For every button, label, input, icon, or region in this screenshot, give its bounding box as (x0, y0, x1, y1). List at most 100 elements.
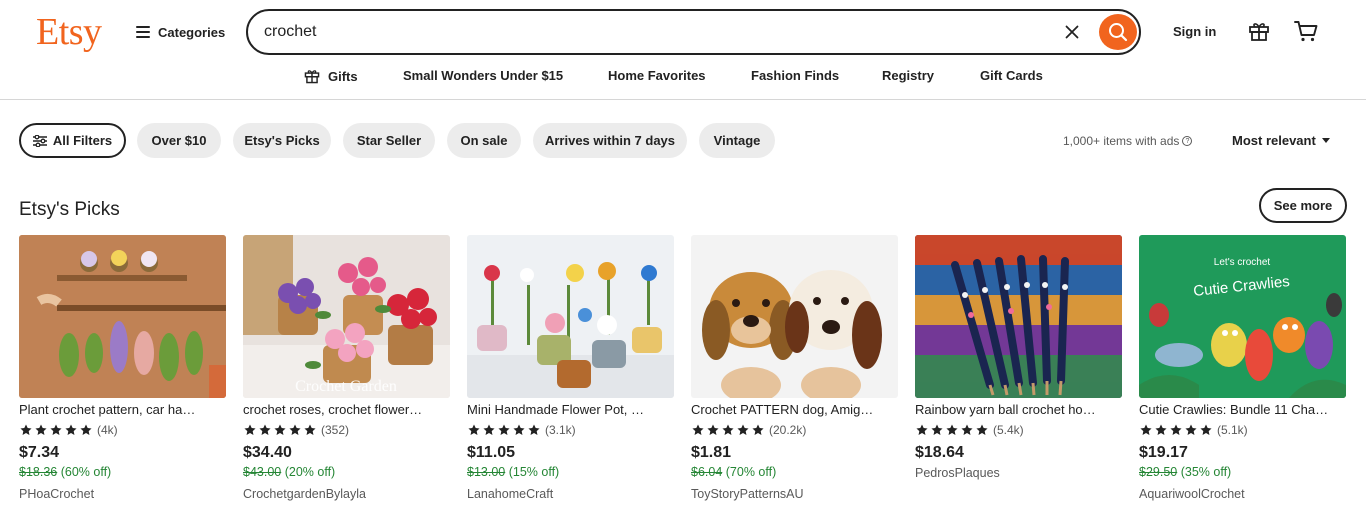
see-more-button[interactable]: See more (1259, 188, 1347, 223)
star-rating (691, 423, 765, 437)
star-icon (20, 424, 32, 435)
results-count: 1,000+ items with ads ? (1063, 134, 1193, 148)
star-icon (1140, 424, 1152, 435)
discount: (70% off) (725, 465, 777, 479)
star-rating (915, 423, 989, 437)
star-icon (722, 424, 734, 435)
filter-star-seller[interactable]: Star Seller (343, 123, 435, 158)
review-count: (4k) (97, 423, 118, 437)
star-icon (961, 424, 973, 435)
strike-price: $43.00 (243, 465, 282, 479)
discount: (20% off) (284, 465, 336, 479)
star-icon (528, 424, 540, 435)
categories-button[interactable]: Categories (136, 21, 225, 43)
product-title[interactable]: Mini Handmade Flower Pot, … (467, 402, 674, 417)
original-price: $13.00 (15% off) (467, 465, 559, 479)
star-rating (19, 423, 93, 437)
strike-price: $13.00 (467, 465, 506, 479)
results-count-text: 1,000+ items with ads (1063, 134, 1180, 148)
subnav-gifts[interactable]: Gifts (304, 68, 358, 84)
product-image[interactable]: Crochet Garden (243, 235, 450, 398)
product-title[interactable]: Rainbow yarn ball crochet ho… (915, 402, 1122, 417)
product-price: $1.81 (691, 444, 732, 461)
shop-name[interactable]: CrochetgardenBylayla (243, 487, 366, 501)
product-title[interactable]: Plant crochet pattern, car ha… (19, 402, 226, 417)
product-card[interactable]: Rainbow yarn ball crochet ho… (5.4k) $18… (915, 235, 1122, 516)
star-icon (692, 424, 704, 435)
discount: (35% off) (1180, 465, 1232, 479)
product-card[interactable]: Plant crochet pattern, car ha… (4k) $7.3… (19, 235, 226, 516)
subnav-label: Gifts (328, 68, 358, 84)
product-card[interactable]: Mini Handmade Flower Pot, … (3.1k) $11.0… (467, 235, 674, 516)
review-count: (5.1k) (1217, 423, 1248, 437)
product-card[interactable]: Crochet Garden crochet roses, crochet fl… (243, 235, 450, 516)
shop-name[interactable]: LanahomeCraft (467, 487, 553, 501)
discount: (60% off) (60, 465, 112, 479)
close-icon (1065, 25, 1079, 39)
product-rating: (5.1k) (1139, 423, 1248, 437)
search-submit-button[interactable] (1099, 14, 1137, 50)
star-icon (1170, 424, 1182, 435)
shop-name[interactable]: PHoaCrochet (19, 487, 94, 501)
clear-search-button[interactable] (1060, 20, 1084, 44)
star-icon (513, 424, 525, 435)
review-count: (20.2k) (769, 423, 807, 437)
product-image[interactable]: Let's crochet Cutie Crawlies (1139, 235, 1346, 398)
star-icon (274, 424, 286, 435)
star-icon (304, 424, 316, 435)
star-icon (1155, 424, 1167, 435)
star-icon (946, 424, 958, 435)
star-icon (289, 424, 301, 435)
star-icon (483, 424, 495, 435)
shop-name[interactable]: ToyStoryPatternsAU (691, 487, 804, 501)
product-image[interactable] (691, 235, 898, 398)
filter-over-10[interactable]: Over $10 (137, 123, 221, 158)
gift-icon[interactable] (1248, 20, 1270, 42)
star-rating (467, 423, 541, 437)
filter-etsys-picks[interactable]: Etsy's Picks (233, 123, 331, 158)
help-icon[interactable]: ? (1182, 136, 1193, 146)
star-icon (50, 424, 62, 435)
original-price: $29.50 (35% off) (1139, 465, 1231, 479)
etsy-logo[interactable]: Etsy (36, 10, 102, 54)
original-price: $18.36 (60% off) (19, 465, 111, 479)
filter-arrives-7-days[interactable]: Arrives within 7 days (533, 123, 687, 158)
product-rating: (20.2k) (691, 423, 806, 437)
filter-on-sale[interactable]: On sale (447, 123, 521, 158)
review-count: (352) (321, 423, 350, 437)
product-price: $19.17 (1139, 444, 1188, 461)
original-price: $6.04 (70% off) (691, 465, 776, 479)
categories-label: Categories (158, 24, 226, 40)
cart-icon[interactable] (1294, 20, 1318, 42)
star-icon (498, 424, 510, 435)
product-title[interactable]: crochet roses, crochet flower… (243, 402, 450, 417)
product-rating: (352) (243, 423, 349, 437)
product-image[interactable] (19, 235, 226, 398)
shop-name[interactable]: PedrosPlaques (915, 466, 1000, 480)
product-card[interactable]: Let's crochet Cutie Crawlies Cutie Crawl… (1139, 235, 1346, 516)
search-input[interactable] (264, 21, 1044, 43)
menu-icon (136, 26, 150, 38)
product-title[interactable]: Cutie Crawlies: Bundle 11 Cha… (1139, 402, 1346, 417)
subnav-fashion-finds[interactable]: Fashion Finds (751, 68, 839, 83)
all-filters-button[interactable]: All Filters (19, 123, 126, 158)
shop-name[interactable]: AquariwoolCrochet (1139, 487, 1245, 501)
product-image[interactable] (467, 235, 674, 398)
subnav-small-wonders[interactable]: Small Wonders Under $15 (403, 68, 563, 83)
gift-icon (304, 70, 320, 84)
sort-dropdown[interactable]: Most relevant (1232, 133, 1330, 148)
product-price: $18.64 (915, 444, 964, 461)
subnav-registry[interactable]: Registry (882, 68, 934, 83)
subnav-gift-cards[interactable]: Gift Cards (980, 68, 1043, 83)
sign-in-link[interactable]: Sign in (1173, 24, 1216, 39)
product-title[interactable]: Crochet PATTERN dog, Amig… (691, 402, 898, 417)
product-image[interactable] (915, 235, 1122, 398)
product-price: $11.05 (467, 444, 516, 461)
product-card[interactable]: Crochet PATTERN dog, Amig… (20.2k) $1.81… (691, 235, 898, 516)
star-rating (1139, 423, 1213, 437)
filter-vintage[interactable]: Vintage (699, 123, 775, 158)
star-icon (468, 424, 480, 435)
star-icon (1185, 424, 1197, 435)
subnav-home-favorites[interactable]: Home Favorites (608, 68, 706, 83)
discount: (15% off) (508, 465, 560, 479)
